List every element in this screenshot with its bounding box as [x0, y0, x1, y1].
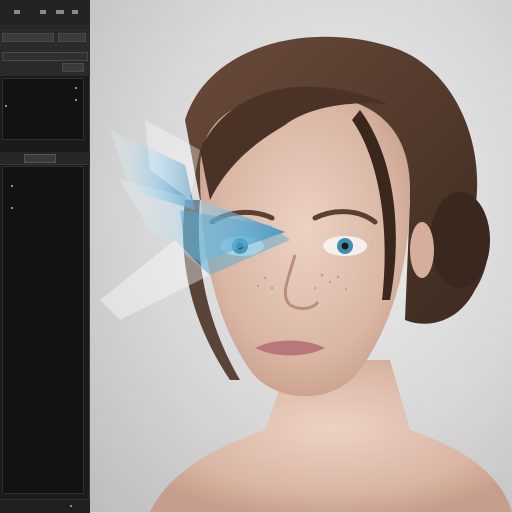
status-bar — [0, 499, 90, 513]
tab-active[interactable] — [24, 154, 56, 163]
value-field[interactable] — [58, 33, 86, 42]
node-list[interactable] — [2, 166, 84, 494]
image-canvas[interactable] — [90, 0, 512, 512]
name-field[interactable] — [2, 33, 54, 42]
panel-toolbar — [0, 0, 90, 27]
list-bullet — [11, 207, 13, 209]
handle-marker[interactable] — [5, 105, 7, 107]
portrait-illustration — [100, 36, 512, 512]
path-field[interactable] — [2, 52, 88, 61]
hair-bun — [430, 192, 490, 288]
editor-side-panel — [0, 0, 90, 513]
handle-marker[interactable] — [75, 87, 77, 89]
handle-marker[interactable] — [75, 99, 77, 101]
list-bullet — [11, 185, 13, 187]
menu-icon[interactable] — [14, 10, 20, 14]
panel-tabs — [0, 152, 90, 165]
properties-header — [0, 28, 90, 46]
ear — [410, 222, 434, 278]
preview-box — [2, 78, 84, 140]
close-icon[interactable] — [72, 10, 78, 14]
properties-row — [0, 46, 90, 76]
right-pupil — [341, 242, 349, 250]
settings-icon[interactable] — [56, 10, 64, 14]
browse-button[interactable] — [62, 63, 84, 72]
status-icon — [70, 505, 72, 507]
layers-icon[interactable] — [40, 10, 46, 14]
